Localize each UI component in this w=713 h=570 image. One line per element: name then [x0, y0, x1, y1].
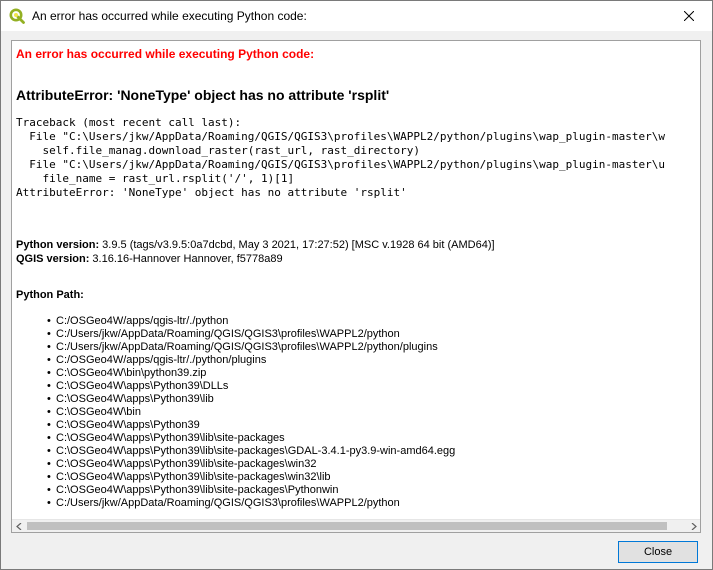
python-version-label: Python version: — [16, 239, 100, 251]
python-path-item: C:\OSGeo4W\apps\Python39\lib — [47, 393, 455, 406]
title-bar[interactable]: An error has occurred while executing Py… — [1, 1, 712, 31]
error-details-content: An error has occurred while executing Py… — [16, 41, 700, 519]
python-path-item: C:\OSGeo4W\apps\Python39 — [47, 419, 455, 432]
qgis-version-label: QGIS version: — [16, 253, 90, 265]
error-dialog: An error has occurred while executing Py… — [0, 0, 713, 570]
scroll-left-button[interactable] — [12, 520, 25, 532]
python-path-heading: Python Path: — [16, 289, 84, 301]
python-path-item: C:/Users/jkw/AppData/Roaming/QGIS/QGIS3\… — [47, 497, 455, 510]
python-path-list: C:/OSGeo4W/apps/qgis-ltr/./python C:/Use… — [47, 315, 455, 510]
traceback-text: Traceback (most recent call last): File … — [16, 116, 666, 199]
close-button[interactable]: Close — [618, 541, 698, 563]
qgis-logo-icon — [9, 8, 25, 24]
error-heading: An error has occurred while executing Py… — [16, 47, 315, 61]
qgis-version-value: 3.16.16-Hannover Hannover, f5778a89 — [89, 253, 283, 265]
python-version-line: Python version: 3.9.5 (tags/v3.9.5:0a7dc… — [16, 238, 495, 252]
python-path-item: C:\OSGeo4W\apps\Python39\lib\site-packag… — [47, 484, 455, 497]
error-title: AttributeError: 'NoneType' object has no… — [16, 87, 390, 103]
error-details-view[interactable]: An error has occurred while executing Py… — [11, 40, 701, 533]
horizontal-scrollbar[interactable] — [12, 519, 700, 532]
python-path-item: C:\OSGeo4W\apps\Python39\DLLs — [47, 380, 455, 393]
python-path-item: C:\OSGeo4W\bin\python39.zip — [47, 367, 455, 380]
python-path-item: C:\OSGeo4W\apps\Python39\lib\site-packag… — [47, 458, 455, 471]
scrollbar-thumb[interactable] — [27, 522, 667, 530]
python-path-item: C:\OSGeo4W\apps\Python39\lib\site-packag… — [47, 432, 455, 445]
window-title: An error has occurred while executing Py… — [32, 9, 307, 23]
version-info: Python version: 3.9.5 (tags/v3.9.5:0a7dc… — [16, 238, 495, 266]
python-path-item: C:/OSGeo4W/apps/qgis-ltr/./python/plugin… — [47, 354, 455, 367]
python-path-item: C:/Users/jkw/AppData/Roaming/QGIS/QGIS3\… — [47, 341, 455, 354]
close-icon — [684, 11, 694, 21]
python-version-value: 3.9.5 (tags/v3.9.5:0a7dcbd, May 3 2021, … — [99, 239, 495, 251]
arrow-right-icon — [691, 523, 697, 530]
python-path-item: C:\OSGeo4W\apps\Python39\lib\site-packag… — [47, 471, 455, 484]
python-path-item: C:\OSGeo4W\bin — [47, 406, 455, 419]
qgis-version-line: QGIS version: 3.16.16-Hannover Hannover,… — [16, 252, 495, 266]
scroll-right-button[interactable] — [687, 520, 700, 532]
python-path-item: C:/Users/jkw/AppData/Roaming/QGIS/QGIS3\… — [47, 328, 455, 341]
python-path-item: C:/OSGeo4W/apps/qgis-ltr/./python — [47, 315, 455, 328]
python-path-item: C:\OSGeo4W\apps\Python39\lib\site-packag… — [47, 445, 455, 458]
arrow-left-icon — [15, 523, 21, 530]
window-close-button[interactable] — [666, 1, 712, 31]
